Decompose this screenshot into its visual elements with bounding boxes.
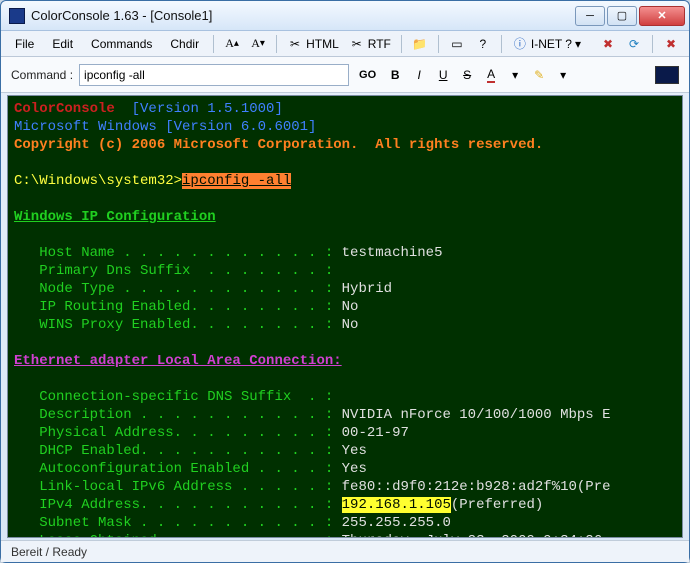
key: Link-local IPv6 Address . . . . . :: [14, 479, 342, 495]
question-icon: ?: [475, 36, 491, 52]
label: RTF: [368, 37, 391, 51]
font-decrease-button[interactable]: A▾: [246, 34, 270, 54]
x-red-icon: ✖: [663, 36, 679, 52]
key: WINS Proxy Enabled. . . . . . . . :: [14, 317, 342, 333]
highlighter-icon: ✎: [534, 68, 544, 82]
window-title: ColorConsole 1.63 - [Console1]: [31, 8, 575, 23]
scissors-icon: ✂: [287, 36, 303, 52]
italic-button[interactable]: I: [410, 66, 428, 84]
key: Host Name . . . . . . . . . . . . :: [14, 245, 342, 261]
page-icon: ▭: [449, 36, 465, 52]
menu-commands[interactable]: Commands: [83, 34, 160, 54]
menu-chdir[interactable]: Chdir: [162, 34, 207, 54]
new-page-button[interactable]: ▭: [445, 34, 469, 54]
keyboard-icon[interactable]: [655, 66, 679, 84]
strike-button[interactable]: S: [458, 66, 476, 84]
val: No: [342, 299, 359, 315]
maximize-button[interactable]: ▢: [607, 6, 637, 26]
command-input[interactable]: [79, 64, 349, 86]
key: Node Type . . . . . . . . . . . . :: [14, 281, 342, 297]
key: DHCP Enabled. . . . . . . . . . . :: [14, 443, 342, 459]
key: Connection-specific DNS Suffix . :: [14, 389, 333, 405]
refresh-icon: ⟳: [626, 36, 642, 52]
scissors-icon: ✂: [349, 36, 365, 52]
minimize-button[interactable]: ─: [575, 6, 605, 26]
val: Thursday, July 23, 2009 9:34:26: [342, 533, 602, 537]
val: 00-21-97: [342, 425, 409, 441]
status-text: Bereit / Ready: [11, 545, 87, 559]
separator: [213, 35, 214, 53]
window: ColorConsole 1.63 - [Console1] ─ ▢ ✕ Fil…: [0, 0, 690, 563]
key: Physical Address. . . . . . . . . :: [14, 425, 342, 441]
menubar: File Edit Commands Chdir A▴ A▾ ✂HTML ✂RT…: [1, 31, 689, 57]
folder-icon: 📁: [412, 36, 428, 52]
key: Primary Dns Suffix . . . . . . . :: [14, 263, 333, 279]
menu-edit[interactable]: Edit: [44, 34, 81, 54]
underline-button[interactable]: U: [434, 66, 452, 84]
separator: [501, 35, 502, 53]
refresh-button[interactable]: ⟳: [622, 34, 646, 54]
val: testmachine5: [342, 245, 443, 261]
banner-app: ColorConsole: [14, 101, 115, 117]
highlight-button[interactable]: ✎: [530, 66, 548, 84]
separator: [401, 35, 402, 53]
val-highlighted: 192.168.1.105: [342, 497, 451, 513]
app-icon: [9, 8, 25, 24]
font-larger-icon: A▴: [224, 36, 240, 52]
delete-button[interactable]: ✖: [596, 34, 620, 54]
label: I-NET ?: [531, 37, 572, 51]
separator: [652, 35, 653, 53]
val: Hybrid: [342, 281, 392, 297]
font-color-dropdown[interactable]: ▾: [506, 66, 524, 84]
info-icon: ⓘ: [512, 36, 528, 52]
typed-command: ipconfig -all: [182, 173, 291, 189]
key: Description . . . . . . . . . . . :: [14, 407, 342, 423]
val: 255.255.255.0: [342, 515, 451, 531]
label: HTML: [306, 37, 339, 51]
folder-button[interactable]: 📁: [408, 34, 432, 54]
separator: [276, 35, 277, 53]
font-increase-button[interactable]: A▴: [220, 34, 244, 54]
go-button[interactable]: GO: [355, 67, 380, 83]
section-header: Windows IP Configuration: [14, 209, 216, 225]
separator: [438, 35, 439, 53]
menu-file[interactable]: File: [7, 34, 42, 54]
export-html-button[interactable]: ✂HTML: [283, 34, 343, 54]
val: (Preferred): [451, 497, 543, 513]
val: No: [342, 317, 359, 333]
line: Copyright (c) 2006 Microsoft Corporation…: [14, 137, 543, 153]
val: Yes: [342, 443, 367, 459]
x-red-icon: ✖: [600, 36, 616, 52]
command-bar: Command : GO B I U S A ▾ ✎ ▾: [1, 57, 689, 93]
key: Lease Obtained. . . . . . . . . . :: [14, 533, 342, 537]
console-output[interactable]: ColorConsole [Version 1.5.1000] Microsof…: [8, 96, 682, 537]
help-button[interactable]: ?: [471, 34, 495, 54]
close-button[interactable]: ✕: [639, 6, 685, 26]
val: Yes: [342, 461, 367, 477]
val: NVIDIA nForce 10/100/1000 Mbps E: [342, 407, 611, 423]
export-rtf-button[interactable]: ✂RTF: [345, 34, 395, 54]
banner-version: [Version 1.5.1000]: [115, 101, 283, 117]
bold-button[interactable]: B: [386, 66, 404, 84]
font-color-button[interactable]: A: [482, 66, 500, 84]
key: IPv4 Address. . . . . . . . . . . :: [14, 497, 342, 513]
prompt: C:\Windows\system32>: [14, 173, 182, 189]
val: fe80::d9f0:212e:b928:ad2f%10(Pre: [342, 479, 611, 495]
stop-button[interactable]: ✖: [659, 34, 683, 54]
command-label: Command :: [11, 68, 73, 82]
inet-button[interactable]: ⓘI-NET ? ▾: [508, 34, 585, 54]
window-buttons: ─ ▢ ✕: [575, 6, 685, 26]
section-header: Ethernet adapter Local Area Connection:: [14, 353, 342, 369]
titlebar: ColorConsole 1.63 - [Console1] ─ ▢ ✕: [1, 1, 689, 31]
key: Subnet Mask . . . . . . . . . . . :: [14, 515, 342, 531]
highlight-dropdown[interactable]: ▾: [554, 66, 572, 84]
statusbar: Bereit / Ready: [1, 540, 689, 562]
line: Microsoft Windows [Version 6.0.6001]: [14, 119, 316, 135]
key: Autoconfiguration Enabled . . . . :: [14, 461, 342, 477]
console-pane: ColorConsole [Version 1.5.1000] Microsof…: [7, 95, 683, 538]
key: IP Routing Enabled. . . . . . . . :: [14, 299, 342, 315]
font-smaller-icon: A▾: [250, 36, 266, 52]
